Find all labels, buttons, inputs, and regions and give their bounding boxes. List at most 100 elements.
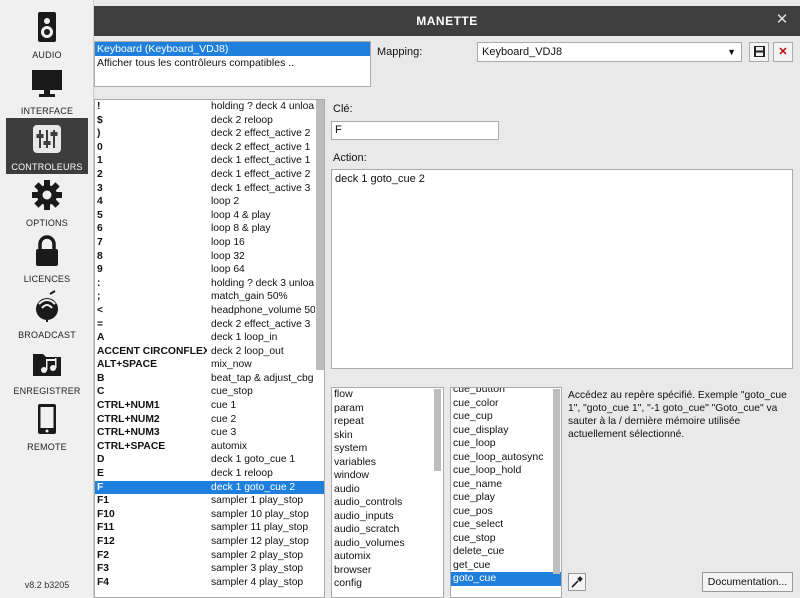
key-mapping-row[interactable]: Edeck 1 reloop: [95, 467, 324, 481]
key-mapping-row[interactable]: F11 sampler 11 play_stop: [95, 521, 324, 535]
verb-item[interactable]: cue_stop: [451, 532, 561, 546]
key-mapping-row[interactable]: CTRL+SPACE automix: [95, 440, 324, 454]
key-mapping-row[interactable]: 0 deck 2 effect_active 1: [95, 141, 324, 155]
key-mapping-row[interactable]: Ddeck 1 goto_cue 1: [95, 453, 324, 467]
key-mapping-row[interactable]: Fdeck 1 goto_cue 2: [95, 480, 324, 495]
category-list-scrollbar[interactable]: [434, 389, 441, 471]
key-mapping-row[interactable]: : holding ? deck 3 unloa: [95, 277, 324, 291]
key-mapping-row[interactable]: F4 sampler 4 play_stop: [95, 576, 324, 590]
picker-button[interactable]: [568, 573, 586, 591]
key-mapping-row[interactable]: F3 sampler 3 play_stop: [95, 562, 324, 576]
show-compatible-controllers-item[interactable]: Afficher tous les contrôleurs compatible…: [95, 56, 370, 70]
sidebar-item-broadcast[interactable]: BROADCAST: [6, 286, 88, 342]
action-cell: deck 1 effect_active 2: [211, 168, 311, 180]
key-mapping-row[interactable]: F1 sampler 1 play_stop: [95, 494, 324, 508]
key-input[interactable]: F: [331, 121, 499, 140]
category-item[interactable]: audio_scratch: [332, 523, 443, 537]
key-mapping-row[interactable]: F2 sampler 2 play_stop: [95, 549, 324, 563]
sidebar-item-audio[interactable]: AUDIO: [6, 6, 88, 62]
verb-list[interactable]: cue_button cue_color cue_cup cue_display cue…: [450, 387, 562, 598]
category-item[interactable]: audio_controls: [332, 496, 443, 510]
category-item[interactable]: browser: [332, 564, 443, 578]
verb-item[interactable]: cue_loop_hold: [451, 464, 561, 478]
key-mapping-row[interactable]: 3 deck 1 effect_active 3: [95, 182, 324, 196]
verb-item[interactable]: cue_display: [451, 424, 561, 438]
category-item[interactable]: variables: [332, 456, 443, 470]
category-item[interactable]: skin: [332, 429, 443, 443]
verb-item[interactable]: cue_loop_autosync: [451, 451, 561, 465]
category-item[interactable]: system: [332, 442, 443, 456]
key-cell: F4: [97, 576, 110, 588]
verb-item[interactable]: goto_cue: [451, 572, 561, 586]
save-mapping-button[interactable]: [749, 42, 769, 62]
key-mapping-row[interactable]: 5 loop 4 & play: [95, 209, 324, 223]
key-cell: 0: [97, 141, 103, 153]
category-item[interactable]: audio_volumes: [332, 537, 443, 551]
verb-item[interactable]: cue_pos: [451, 505, 561, 519]
key-mapping-row[interactable]: Adeck 1 loop_in: [95, 331, 324, 345]
key-mapping-row[interactable]: Bbeat_tap & adjust_cbg: [95, 372, 324, 386]
category-list[interactable]: flow param repeat skin system variables window…: [331, 387, 444, 598]
controller-list[interactable]: Keyboard (Keyboard_VDJ8) Afficher tous l…: [94, 41, 371, 87]
verb-item[interactable]: cue_loop: [451, 437, 561, 451]
verb-item[interactable]: cue_select: [451, 518, 561, 532]
gear-icon: [32, 180, 62, 210]
key-mapping-row[interactable]: Ccue_stop: [95, 385, 324, 399]
close-button[interactable]: ✕: [774, 12, 790, 28]
sidebar-item-options[interactable]: OPTIONS: [6, 174, 88, 230]
category-item[interactable]: window: [332, 469, 443, 483]
key-mapping-row[interactable]: = deck 2 effect_active 3: [95, 318, 324, 332]
category-item[interactable]: audio_inputs: [332, 510, 443, 524]
key-mapping-row[interactable]: ALT+SPACE mix_now: [95, 358, 324, 372]
key-mapping-row[interactable]: CTRL+NUM1 cue 1: [95, 399, 324, 413]
category-item[interactable]: flow: [332, 388, 443, 402]
key-mapping-row[interactable]: F10 sampler 10 play_stop: [95, 508, 324, 522]
action-cell: mix_now: [211, 359, 252, 371]
verb-item[interactable]: cue_color: [451, 397, 561, 411]
sidebar-item-remote[interactable]: REMOTE: [6, 398, 88, 454]
key-mapping-row[interactable]: 4 loop 2: [95, 195, 324, 209]
verb-item[interactable]: get_cue: [451, 559, 561, 573]
controller-item[interactable]: Keyboard (Keyboard_VDJ8): [95, 42, 370, 56]
window-title: MANETTE: [416, 14, 478, 28]
verb-item[interactable]: cue_button: [451, 388, 561, 397]
category-item[interactable]: config: [332, 577, 443, 591]
verb-list-scrollbar[interactable]: [553, 389, 560, 574]
key-list-scrollbar[interactable]: [316, 100, 324, 370]
key-mapping-row[interactable]: < headphone_volume 50: [95, 304, 324, 318]
sidebar-item-interface[interactable]: INTERFACE: [6, 62, 88, 118]
category-item[interactable]: audio: [332, 483, 443, 497]
key-mapping-row[interactable]: 6 loop 8 & play: [95, 222, 324, 236]
verb-item[interactable]: cue_cup: [451, 410, 561, 424]
action-cell: deck 1 reloop: [211, 468, 273, 480]
action-textarea[interactable]: deck 1 goto_cue 2: [331, 169, 793, 369]
sidebar-item-controleurs[interactable]: CONTROLEURS: [6, 118, 88, 174]
key-mapping-row[interactable]: ) deck 2 effect_active 2: [95, 127, 324, 141]
key-mapping-list[interactable]: ! holding ? deck 4 unloa $ deck 2 reloop) de…: [94, 99, 325, 598]
category-item[interactable]: automix: [332, 550, 443, 564]
key-mapping-row[interactable]: $ deck 2 reloop: [95, 114, 324, 128]
key-mapping-row[interactable]: CTRL+NUM3 cue 3: [95, 426, 324, 440]
category-item[interactable]: repeat: [332, 415, 443, 429]
sidebar-item-enregistrer[interactable]: ENREGISTRER: [6, 342, 88, 398]
key-mapping-row[interactable]: 2 deck 1 effect_active 2: [95, 168, 324, 182]
verb-item[interactable]: cue_name: [451, 478, 561, 492]
key-mapping-row[interactable]: 1 deck 1 effect_active 1: [95, 154, 324, 168]
key-mapping-row[interactable]: 8 loop 32: [95, 250, 324, 264]
key-mapping-row[interactable]: 9 loop 64: [95, 263, 324, 277]
key-mapping-row[interactable]: ; match_gain 50%: [95, 290, 324, 304]
verb-item[interactable]: delete_cue: [451, 545, 561, 559]
sidebar-item-licences[interactable]: LICENCES: [6, 230, 88, 286]
category-item[interactable]: param: [332, 402, 443, 416]
documentation-button[interactable]: Documentation...: [702, 572, 793, 592]
key-cell: ALT+SPACE: [97, 359, 157, 371]
key-mapping-row[interactable]: F12 sampler 12 play_stop: [95, 535, 324, 549]
delete-mapping-button[interactable]: ✕: [773, 42, 793, 62]
verb-item[interactable]: cue_play: [451, 491, 561, 505]
key-mapping-row[interactable]: ! holding ? deck 4 unloa: [95, 100, 324, 114]
key-mapping-row[interactable]: CTRL+NUM2 cue 2: [95, 413, 324, 427]
key-mapping-row[interactable]: 7 loop 16: [95, 236, 324, 250]
mapping-select[interactable]: Keyboard_VDJ8 ▼: [477, 42, 742, 62]
key-mapping-row[interactable]: ACCENT CIRCONFLEXE deck 2 loop_out: [95, 345, 324, 359]
action-cell: deck 2 loop_out: [211, 345, 284, 357]
